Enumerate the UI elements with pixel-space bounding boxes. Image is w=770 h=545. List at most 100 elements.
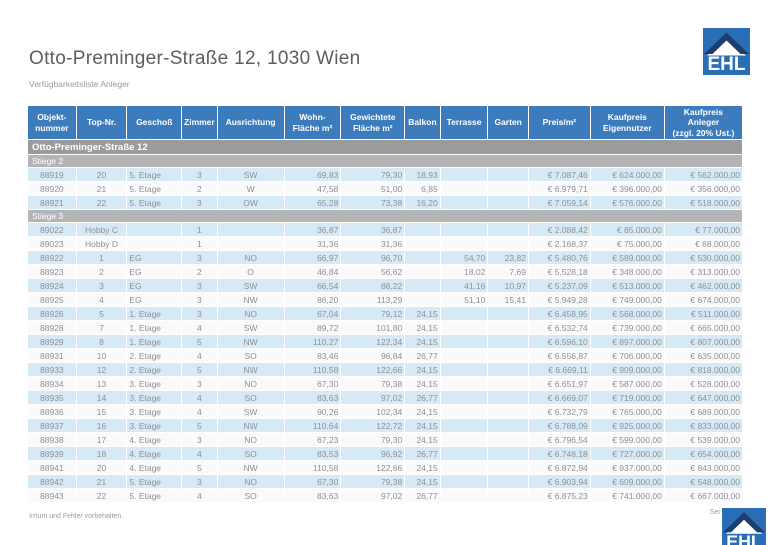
cell: € 7.059,14 xyxy=(529,196,590,209)
cell xyxy=(488,321,528,334)
cell: 88938 xyxy=(28,433,76,446)
cell xyxy=(441,419,488,432)
section-header-label: Stiege 2 xyxy=(28,155,742,167)
cell: 8 xyxy=(77,335,127,348)
header-row: Objekt- nummerTop-Nr.GeschoßZimmerAusric… xyxy=(28,106,742,139)
cell: 15 xyxy=(77,405,127,418)
cell: 96,70 xyxy=(341,251,404,264)
column-header: Objekt- nummer xyxy=(28,106,76,139)
cell: 1 xyxy=(77,251,127,264)
cell: 88,22 xyxy=(341,279,404,292)
cell: € 843.000,00 xyxy=(665,461,742,474)
cell: 4. Etage xyxy=(127,461,181,474)
cell: 96,84 xyxy=(341,349,404,362)
cell: 88929 xyxy=(28,335,76,348)
column-header: Top-Nr. xyxy=(77,106,127,139)
cell: 46,84 xyxy=(285,265,341,278)
cell: 18,93 xyxy=(405,168,439,181)
cell: 26,77 xyxy=(405,489,439,502)
cell xyxy=(488,237,528,250)
cell: € 833.000,00 xyxy=(665,419,742,432)
cell: 3. Etage xyxy=(127,405,181,418)
cell: 69,83 xyxy=(285,168,341,181)
column-header: Balkon xyxy=(405,106,439,139)
availability-table: Objekt- nummerTop-Nr.GeschoßZimmerAusric… xyxy=(27,105,743,503)
footer-page-number: Sei xyxy=(688,509,720,516)
cell: 88926 xyxy=(28,307,76,320)
cell: 88919 xyxy=(28,168,76,181)
cell: 122,34 xyxy=(341,335,404,348)
cell xyxy=(441,335,488,348)
cell: 16,20 xyxy=(405,196,439,209)
cell xyxy=(441,237,488,250)
cell: 51,00 xyxy=(341,182,404,195)
cell: € 727.000,00 xyxy=(591,447,664,460)
cell: 21 xyxy=(77,182,127,195)
cell: 110,58 xyxy=(285,363,341,376)
cell: NW xyxy=(218,293,284,306)
column-header: Zimmer xyxy=(182,106,216,139)
cell: € 937.000,00 xyxy=(591,461,664,474)
table-row: 89023Hobby D131,3631,36€ 2.168,37€ 75.00… xyxy=(28,237,742,250)
cell xyxy=(441,461,488,474)
cell: € 635.000,00 xyxy=(665,349,742,362)
page-subtitle: Verfügbarkeitsliste Anleger xyxy=(29,79,130,89)
property-group-header-label: Otto-Preminger-Straße 12 xyxy=(28,140,742,154)
cell: O xyxy=(218,265,284,278)
cell: SW xyxy=(218,168,284,181)
cell xyxy=(405,279,439,292)
table-row: 889232EG2O46,8456,6218,027,69€ 5.528,18€… xyxy=(28,265,742,278)
cell xyxy=(441,475,488,488)
cell: 56,62 xyxy=(341,265,404,278)
cell: 5 xyxy=(77,307,127,320)
footer-disclaimer: Irrtum und Fehler vorbehalten. xyxy=(29,513,123,520)
cell: NW xyxy=(218,461,284,474)
cell: Hobby C xyxy=(77,223,127,236)
column-header: Garten xyxy=(488,106,528,139)
cell: 2 xyxy=(77,265,127,278)
cell xyxy=(488,461,528,474)
table-row: 88942215. Etage3NO67,3079,3824,15€ 6.903… xyxy=(28,475,742,488)
cell: 12 xyxy=(77,363,127,376)
cell xyxy=(488,419,528,432)
cell: 24,15 xyxy=(405,321,439,334)
cell: 4 xyxy=(182,391,216,404)
cell: 5. Etage xyxy=(127,489,181,502)
cell: 3 xyxy=(182,307,216,320)
cell: 4 xyxy=(77,293,127,306)
property-group-header: Otto-Preminger-Straße 12 xyxy=(28,140,742,154)
cell: 54,70 xyxy=(441,251,488,264)
cell: € 674.000,00 xyxy=(665,293,742,306)
cell xyxy=(441,223,488,236)
cell: € 6.556,87 xyxy=(529,349,590,362)
cell: 2 xyxy=(182,265,216,278)
cell: 7,69 xyxy=(488,265,528,278)
cell: 3 xyxy=(182,475,216,488)
table-row: 889243EG3SW66,5488,2241,1610,97€ 5.237,0… xyxy=(28,279,742,292)
table-row: 88943225. Etage4SO83,6397,0226,77€ 6.875… xyxy=(28,489,742,502)
cell: 22 xyxy=(77,489,127,502)
cell: € 719.000,00 xyxy=(591,391,664,404)
cell: 88923 xyxy=(28,265,76,278)
cell: 83,46 xyxy=(285,349,341,362)
cell: NO xyxy=(218,251,284,264)
cell: 79,12 xyxy=(341,307,404,320)
cell: NW xyxy=(218,363,284,376)
column-header: Kaufpreis Anleger (zzgl. 20% Ust.) xyxy=(665,106,742,139)
table-row: 88935143. Etage4SO83,6397,0226,77€ 6.669… xyxy=(28,391,742,404)
table-row: 88937163. Etage5NW110,64122,7224,15€ 6.7… xyxy=(28,419,742,432)
cell: 67,30 xyxy=(285,475,341,488)
cell xyxy=(441,196,488,209)
cell xyxy=(405,237,439,250)
cell: € 6.903,94 xyxy=(529,475,590,488)
cell: 89,72 xyxy=(285,321,341,334)
cell: NO xyxy=(218,377,284,390)
cell: EG xyxy=(127,279,181,292)
cell: 83,53 xyxy=(285,447,341,460)
cell: 3. Etage xyxy=(127,419,181,432)
cell: 3. Etage xyxy=(127,391,181,404)
cell: 88928 xyxy=(28,321,76,334)
cell xyxy=(441,433,488,446)
cell: 5. Etage xyxy=(127,475,181,488)
cell xyxy=(405,251,439,264)
